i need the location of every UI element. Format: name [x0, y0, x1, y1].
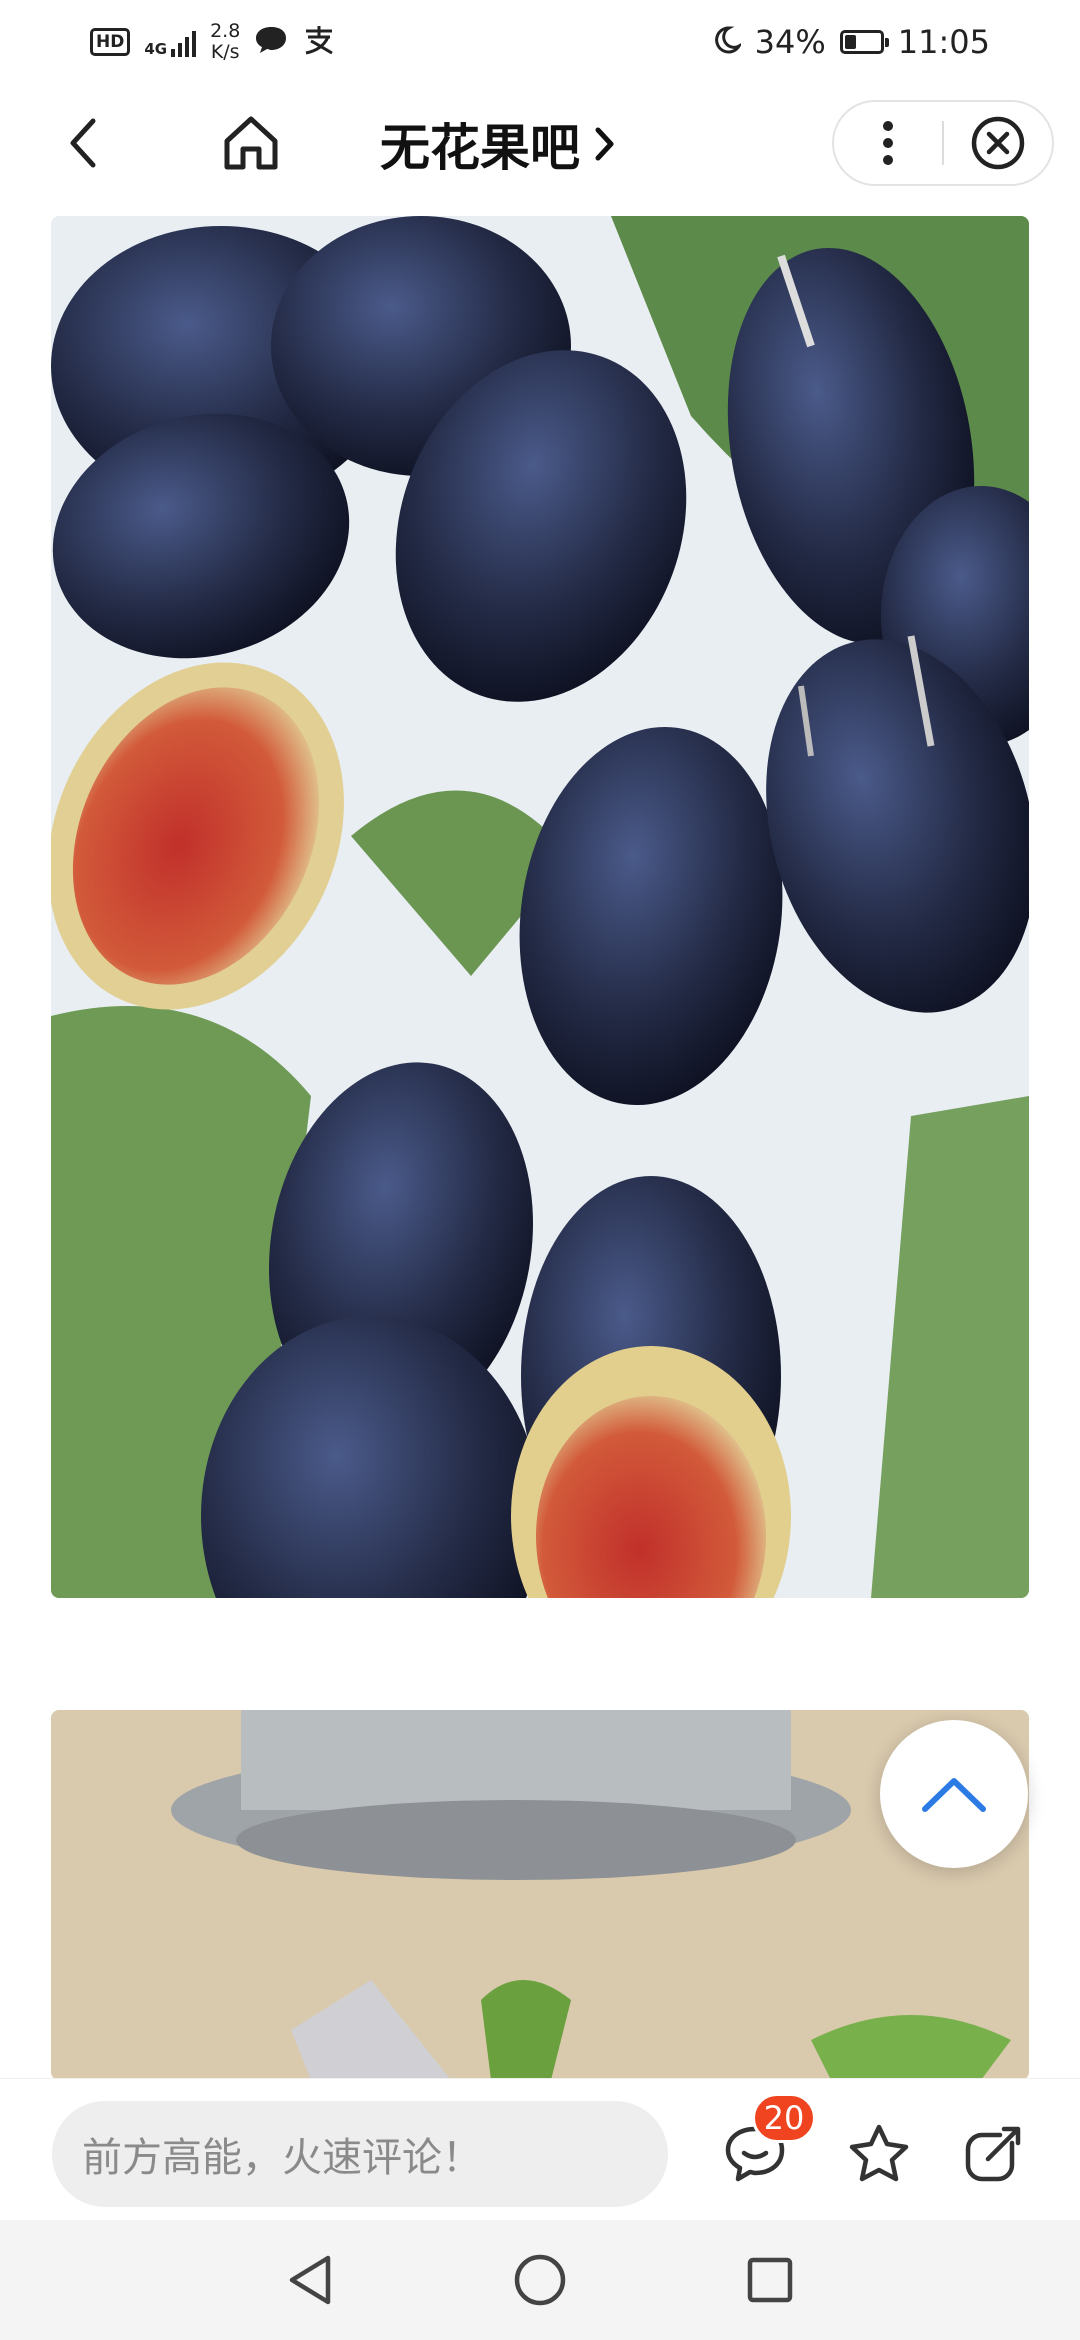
close-circle-icon [971, 116, 1025, 170]
circle-home-icon [514, 2254, 566, 2306]
chevron-up-icon [922, 1778, 986, 1812]
forum-title-link[interactable]: 无花果吧 [380, 108, 616, 180]
triangle-back-icon [289, 2255, 331, 2305]
share-button[interactable] [948, 2109, 1038, 2199]
square-recents-icon [747, 2257, 793, 2303]
battery-level [844, 35, 857, 49]
clock: 11:05 [897, 23, 990, 61]
star-icon [849, 2124, 909, 2182]
home-icon [224, 116, 278, 170]
system-back-button[interactable] [270, 2240, 350, 2320]
comment-input[interactable]: 前方高能，火速评论！ [52, 2101, 668, 2207]
network-speed: 2.8 K/s [210, 20, 241, 63]
comment-placeholder: 前方高能，火速评论！ [82, 2135, 482, 2181]
hd-icon: HD [90, 28, 131, 56]
battery-percent: 34% [754, 23, 826, 61]
share-icon [965, 2126, 1021, 2182]
scroll-to-top-button[interactable] [880, 1720, 1028, 1868]
more-button[interactable] [834, 102, 942, 184]
message-icon [254, 25, 288, 59]
alipay-icon [302, 24, 336, 60]
system-home-button[interactable] [500, 2240, 580, 2320]
post-image-figs[interactable] [51, 216, 1029, 1598]
favorite-button[interactable] [834, 2109, 924, 2199]
mini-program-capsule [832, 100, 1054, 186]
status-left: HD 4G 2.8 K/s [90, 21, 336, 63]
more-vertical-icon [883, 121, 893, 165]
post-image-planter[interactable] [51, 1710, 1029, 2080]
page-title: 无花果吧 [380, 119, 580, 177]
status-right: 34% 11:05 [713, 23, 990, 61]
chevron-right-icon [595, 127, 614, 161]
status-bar: HD 4G 2.8 K/s 34% 11:05 [0, 0, 1080, 84]
close-button[interactable] [944, 102, 1052, 184]
battery-icon [839, 30, 889, 54]
chevron-left-icon [70, 118, 96, 168]
network-type: 4G [144, 40, 168, 58]
back-button[interactable] [48, 108, 118, 178]
comment-bar: 前方高能，火速评论！ 20 [0, 2078, 1080, 2221]
system-nav-bar [0, 2220, 1080, 2340]
home-button[interactable] [214, 106, 288, 180]
system-recents-button[interactable] [730, 2240, 810, 2320]
header: 无花果吧 [0, 84, 1080, 204]
moon-icon [713, 25, 743, 59]
comment-count-badge: 20 [752, 2093, 816, 2143]
signal-icon: 4G [144, 27, 197, 58]
